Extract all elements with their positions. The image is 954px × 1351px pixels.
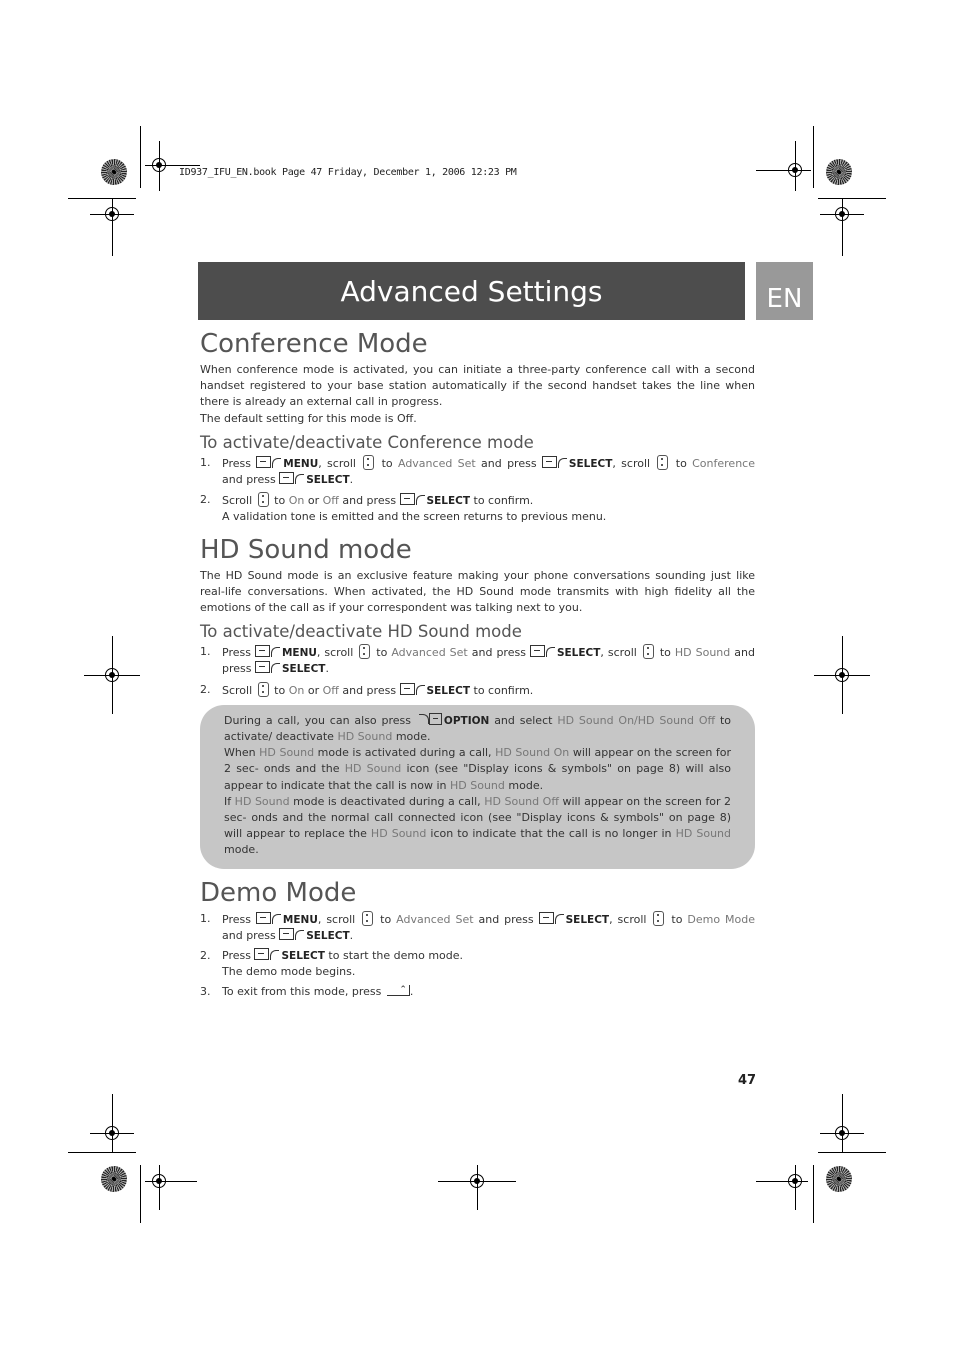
softkey-tail-icon: [271, 913, 281, 924]
registration-target-icon: [835, 1126, 849, 1140]
section-title-conference: Conference Mode: [200, 329, 428, 359]
crop-mark: [813, 1165, 814, 1223]
registration-target-icon: [152, 1174, 166, 1188]
section-title-hdsound: HD Sound mode: [200, 534, 412, 565]
right-softkey-icon: [428, 712, 442, 725]
registration-rosette-icon: [826, 1166, 852, 1192]
step: 1. Press MENU, scroll to Advanced Set an…: [200, 454, 755, 487]
left-softkey-icon: [255, 661, 270, 674]
softkey-tail-icon: [271, 663, 280, 674]
conference-default: The default setting for this mode is Off…: [200, 411, 417, 425]
chapter-title: Advanced Settings: [340, 274, 603, 308]
hdsound-steps: 1. Press MENU, scroll to Advanced Set an…: [200, 644, 755, 699]
page-content: Conference Mode When conference mode is …: [200, 326, 755, 1005]
left-softkey-icon: [541, 455, 557, 468]
softkey-tail-icon: [270, 647, 280, 658]
crop-mark: [813, 126, 814, 188]
registration-target-icon: [788, 1174, 802, 1188]
softkey-tail-icon: [415, 684, 425, 695]
crop-mark: [818, 198, 886, 199]
right-softkey-tail-icon: [418, 713, 429, 724]
conference-intro: When conference mode is activated, you c…: [200, 363, 755, 409]
crop-mark: [112, 1094, 113, 1152]
note-paragraph: During a call, you can also press OPTION…: [224, 712, 732, 744]
softkey-tail-icon: [270, 950, 280, 961]
demo-steps: 1. Press MENU, scroll to Advanced Set an…: [200, 910, 756, 1001]
hdsound-intro: The HD Sound mode is an exclusive featur…: [200, 568, 755, 615]
hdsound-note-box: During a call, you can also press OPTION…: [200, 704, 755, 869]
section-title-demo: Demo Mode: [200, 877, 357, 908]
step: 2. Scroll to On or Off and press SELECT …: [200, 492, 607, 524]
registration-target-icon: [788, 163, 802, 177]
chapter-banner: Advanced Settings: [198, 262, 745, 320]
step-result: The demo mode begins.: [222, 965, 356, 979]
subsection-title-hdsound: To activate/deactivate HD Sound mode: [200, 622, 522, 642]
crop-mark: [140, 1165, 141, 1223]
page-number: 47: [738, 1073, 757, 1088]
softkey-tail-icon: [272, 457, 282, 468]
scroll-key-icon: [363, 454, 375, 470]
crop-mark: [756, 170, 811, 171]
subsection-title-conference: To activate/deactivate Conference mode: [200, 432, 534, 452]
softkey-tail-icon: [295, 474, 305, 485]
softkey-tail-icon: [545, 647, 555, 658]
softkey-tail-icon: [554, 913, 564, 924]
left-softkey-icon: [256, 455, 272, 468]
registration-target-icon: [105, 1126, 119, 1140]
left-softkey-icon: [255, 911, 271, 924]
crop-mark: [68, 198, 136, 199]
registration-target-icon: [835, 668, 849, 682]
registration-rosette-icon: [826, 159, 852, 185]
step: 2. Press SELECT to start the demo mode. …: [200, 948, 464, 979]
step: 1. Press MENU, scroll to Advanced Set an…: [200, 644, 755, 676]
step: 2. Scroll to On or Off and press SELECT …: [200, 681, 534, 697]
scroll-key-icon: [642, 644, 654, 660]
registration-target-icon: [105, 668, 119, 682]
note-paragraph: If HD Sound mode is deactivated during a…: [224, 794, 732, 857]
left-softkey-icon: [279, 472, 295, 485]
left-softkey-icon: [529, 645, 545, 658]
registration-target-icon: [105, 207, 119, 221]
registration-rosette-icon: [101, 1166, 127, 1192]
crop-mark: [818, 1152, 886, 1153]
registration-target-icon: [152, 158, 166, 172]
scroll-key-icon: [359, 644, 371, 660]
crop-mark: [842, 1094, 843, 1152]
scroll-key-icon: [257, 681, 269, 697]
crop-mark: [140, 126, 141, 188]
registration-target-icon: [835, 207, 849, 221]
registration-target-icon: [470, 1174, 484, 1188]
softkey-tail-icon: [415, 495, 425, 506]
left-softkey-icon: [399, 682, 415, 695]
step-result: A validation tone is emitted and the scr…: [222, 510, 607, 524]
scroll-key-icon: [257, 492, 269, 508]
scroll-key-icon: [653, 910, 665, 926]
softkey-tail-icon: [557, 457, 567, 468]
step: 3. To exit from this mode, press .: [200, 982, 755, 1000]
step: 1. Press MENU, scroll to Advanced Set an…: [200, 910, 756, 942]
conference-steps: 1. Press MENU, scroll to Advanced Set an…: [200, 454, 755, 526]
left-softkey-icon: [254, 645, 270, 658]
left-softkey-icon: [399, 493, 415, 506]
print-slug: ID937_IFU_EN.book Page 47 Friday, Decemb…: [179, 167, 517, 178]
registration-rosette-icon: [101, 159, 127, 185]
softkey-tail-icon: [295, 929, 305, 940]
left-softkey-icon: [279, 927, 295, 940]
note-paragraph: When HD Sound mode is activated during a…: [224, 746, 731, 792]
crop-mark: [68, 1152, 136, 1153]
left-softkey-icon: [254, 948, 270, 961]
end-call-key-icon: [386, 982, 410, 999]
scroll-key-icon: [657, 454, 669, 470]
left-softkey-icon: [538, 911, 554, 924]
scroll-key-icon: [362, 910, 374, 926]
language-tab: EN: [756, 262, 813, 320]
